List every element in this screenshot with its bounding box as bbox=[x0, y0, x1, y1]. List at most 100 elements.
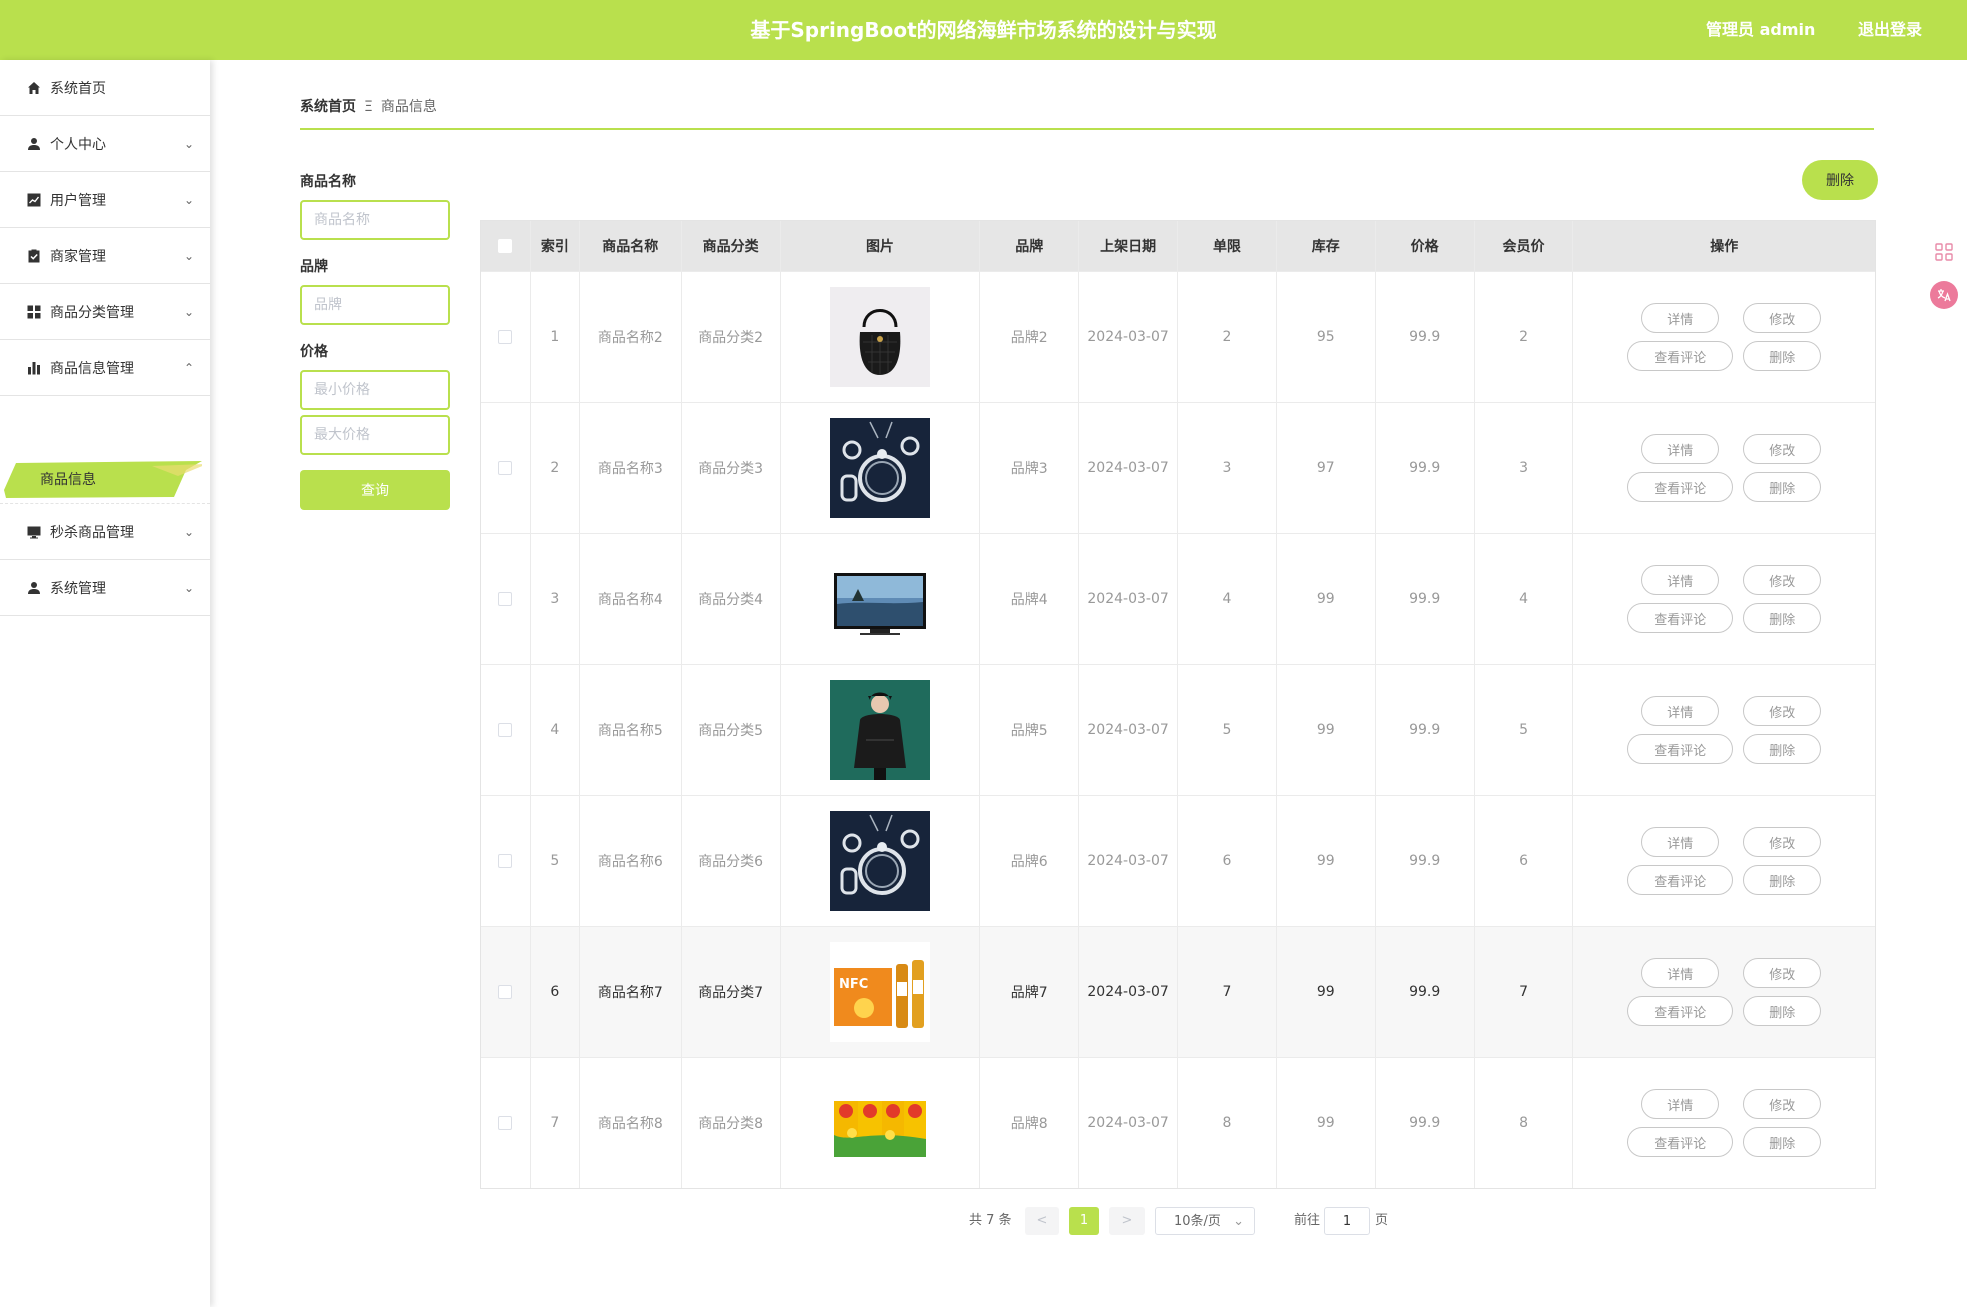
batch-delete-button[interactable]: 删除 bbox=[1802, 160, 1878, 200]
goto-page-input[interactable]: 1 bbox=[1324, 1207, 1370, 1235]
home-icon bbox=[26, 80, 42, 96]
cell-name: 商品名称6 bbox=[580, 796, 682, 926]
cell-name: 商品名称2 bbox=[580, 272, 682, 402]
sidebar-item-home[interactable]: 系统首页 bbox=[0, 60, 210, 116]
cell-limit: 2 bbox=[1178, 272, 1277, 402]
row-delete-button[interactable]: 删除 bbox=[1743, 603, 1822, 633]
row-delete-button[interactable]: 删除 bbox=[1743, 734, 1822, 764]
cell-index: 6 bbox=[531, 927, 580, 1057]
edit-button[interactable]: 修改 bbox=[1743, 565, 1822, 595]
detail-button[interactable]: 详情 bbox=[1641, 696, 1720, 726]
edit-button[interactable]: 修改 bbox=[1743, 827, 1822, 857]
max-price-input[interactable] bbox=[300, 415, 450, 455]
apps-grid-icon[interactable] bbox=[1930, 238, 1958, 266]
cell-index: 4 bbox=[531, 665, 580, 795]
view-comments-button[interactable]: 查看评论 bbox=[1627, 1127, 1734, 1157]
cell-image bbox=[781, 403, 981, 533]
product-image bbox=[829, 549, 930, 649]
chevron-down-icon: ⌄ bbox=[183, 248, 194, 263]
detail-button[interactable]: 详情 bbox=[1641, 303, 1720, 333]
cell-index: 1 bbox=[531, 272, 580, 402]
view-comments-button[interactable]: 查看评论 bbox=[1627, 865, 1734, 895]
row-checkbox[interactable] bbox=[498, 1116, 513, 1130]
row-delete-button[interactable]: 删除 bbox=[1743, 472, 1822, 502]
row-checkbox[interactable] bbox=[498, 592, 513, 606]
sidebar-item-system-management[interactable]: 系统管理 ⌄ bbox=[0, 560, 210, 616]
sidebar-item-personal-center[interactable]: 个人中心 ⌄ bbox=[0, 116, 210, 172]
sidebar-item-flash-sale-management[interactable]: 秒杀商品管理 ⌄ bbox=[0, 504, 210, 560]
view-comments-button[interactable]: 查看评论 bbox=[1627, 341, 1734, 371]
grid-icon bbox=[26, 304, 42, 320]
col-header: 索引 bbox=[531, 221, 580, 271]
chevron-down-icon: ⌄ bbox=[183, 192, 194, 207]
sidebar-item-label: 商品信息管理 bbox=[50, 360, 134, 377]
view-comments-button[interactable]: 查看评论 bbox=[1627, 734, 1734, 764]
edit-button[interactable]: 修改 bbox=[1743, 696, 1822, 726]
table-row: 1 商品名称2 商品分类2 品牌2 2024-03-07 2 95 99.9 2 详情 修改 查看评论… bbox=[481, 271, 1875, 402]
row-select-cell bbox=[481, 272, 531, 402]
sidebar-item-merchant-management[interactable]: 商家管理 ⌄ bbox=[0, 228, 210, 284]
view-comments-button[interactable]: 查看评论 bbox=[1627, 472, 1734, 502]
product-name-label: 商品名称 bbox=[300, 174, 356, 190]
table-row: 7 商品名称8 商品分类8 品牌8 2024-03-07 8 99 99.9 8 详情 修改 查看评论… bbox=[481, 1057, 1875, 1188]
sidebar-item-label: 个人中心 bbox=[50, 136, 106, 153]
row-checkbox[interactable] bbox=[498, 854, 513, 868]
detail-button[interactable]: 详情 bbox=[1641, 565, 1720, 595]
cell-actions: 详情 修改 查看评论 删除 bbox=[1573, 665, 1875, 795]
cell-actions: 详情 修改 查看评论 删除 bbox=[1573, 272, 1875, 402]
prev-page-button[interactable]: < bbox=[1025, 1207, 1059, 1235]
detail-button[interactable]: 详情 bbox=[1641, 1089, 1720, 1119]
min-price-input[interactable] bbox=[300, 370, 450, 410]
row-checkbox[interactable] bbox=[498, 330, 513, 344]
breadcrumb-home[interactable]: 系统首页 bbox=[300, 99, 356, 115]
col-header: 品牌 bbox=[980, 221, 1080, 271]
row-delete-button[interactable]: 删除 bbox=[1743, 996, 1822, 1026]
next-page-button[interactable]: > bbox=[1109, 1207, 1145, 1235]
row-delete-button[interactable]: 删除 bbox=[1743, 1127, 1822, 1157]
detail-button[interactable]: 详情 bbox=[1641, 958, 1720, 988]
cell-stock: 99 bbox=[1277, 665, 1376, 795]
logout-button[interactable]: 退出登录 bbox=[1858, 0, 1922, 60]
active-brush-highlight bbox=[4, 461, 202, 498]
detail-button[interactable]: 详情 bbox=[1641, 827, 1720, 857]
product-image bbox=[829, 811, 930, 911]
row-checkbox[interactable] bbox=[498, 985, 513, 999]
cell-price: 99.9 bbox=[1376, 1058, 1475, 1188]
view-comments-button[interactable]: 查看评论 bbox=[1627, 603, 1734, 633]
row-delete-button[interactable]: 删除 bbox=[1743, 865, 1822, 895]
select-all-cell bbox=[481, 221, 531, 271]
app-title: 基于SpringBoot的网络海鲜市场系统的设计与实现 bbox=[750, 18, 1217, 42]
cell-stock: 95 bbox=[1277, 272, 1376, 402]
row-delete-button[interactable]: 删除 bbox=[1743, 341, 1822, 371]
cell-actions: 详情 修改 查看评论 删除 bbox=[1573, 1058, 1875, 1188]
sidebar-item-product-management[interactable]: 商品信息管理 ⌃ bbox=[0, 340, 210, 396]
row-select-cell bbox=[481, 796, 531, 926]
row-checkbox[interactable] bbox=[498, 461, 513, 475]
edit-button[interactable]: 修改 bbox=[1743, 434, 1822, 464]
cell-category: 商品分类4 bbox=[682, 534, 781, 664]
select-all-checkbox[interactable] bbox=[498, 239, 513, 253]
cell-actions: 详情 修改 查看评论 删除 bbox=[1573, 534, 1875, 664]
cell-member-price: 6 bbox=[1475, 796, 1574, 926]
translate-icon[interactable] bbox=[1930, 281, 1958, 309]
cell-limit: 5 bbox=[1178, 665, 1277, 795]
page-size-select[interactable]: 10条/页 ⌄ bbox=[1155, 1207, 1255, 1235]
row-checkbox[interactable] bbox=[498, 723, 513, 737]
sidebar-subitem-product-info[interactable]: 商品信息 bbox=[0, 456, 210, 504]
brand-input[interactable] bbox=[300, 285, 450, 325]
view-comments-button[interactable]: 查看评论 bbox=[1627, 996, 1734, 1026]
query-button[interactable]: 查询 bbox=[300, 470, 450, 510]
edit-button[interactable]: 修改 bbox=[1743, 303, 1822, 333]
row-select-cell bbox=[481, 665, 531, 795]
price-label: 价格 bbox=[300, 344, 328, 360]
detail-button[interactable]: 详情 bbox=[1641, 434, 1720, 464]
cell-date: 2024-03-07 bbox=[1079, 272, 1179, 402]
page-1-button[interactable]: 1 bbox=[1069, 1207, 1099, 1235]
sidebar-item-user-management[interactable]: 用户管理 ⌄ bbox=[0, 172, 210, 228]
col-header: 商品名称 bbox=[580, 221, 682, 271]
edit-button[interactable]: 修改 bbox=[1743, 958, 1822, 988]
product-name-input[interactable] bbox=[300, 200, 450, 240]
sidebar-item-category-management[interactable]: 商品分类管理 ⌄ bbox=[0, 284, 210, 340]
cell-category: 商品分类3 bbox=[682, 403, 781, 533]
edit-button[interactable]: 修改 bbox=[1743, 1089, 1822, 1119]
